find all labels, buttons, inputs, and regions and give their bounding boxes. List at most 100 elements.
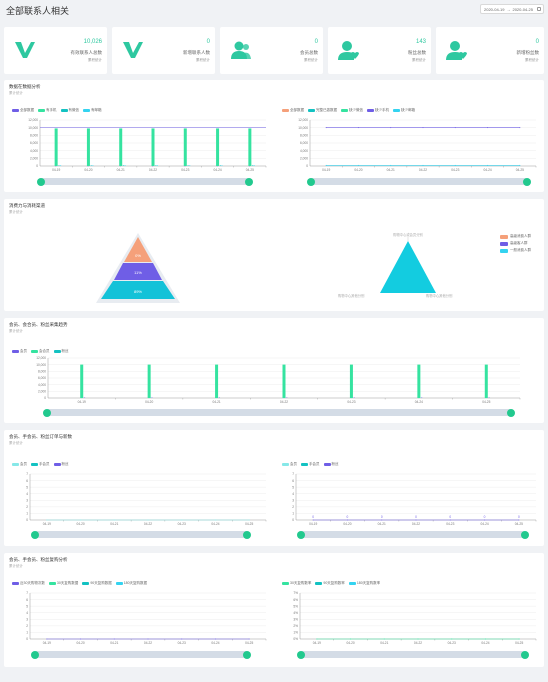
legend-item[interactable]: 粉丝 bbox=[323, 462, 339, 467]
chart-repurchase-rate: 0% 1% 2% 3% 4% 5% 6% 7% 04-19 04-20 04-21 04-22 04-2… bbox=[293, 591, 537, 645]
zoom-slider[interactable] bbox=[297, 530, 529, 539]
legend-item[interactable]: 90天复购数率 bbox=[315, 581, 345, 586]
slider-handle[interactable] bbox=[507, 408, 515, 417]
y-tick-label: 7 bbox=[292, 472, 294, 476]
panel-title: 会员、会合员、粉丝采集趋势 bbox=[9, 322, 68, 327]
x-tick-label: 04-24 bbox=[415, 400, 423, 404]
panel-repurchase: 会员、手会员、粉丝复购分析 累计统计 近30天购物次数 30天复购数据 90天复… bbox=[4, 553, 544, 667]
legend-item[interactable]: 高级消费人群 bbox=[500, 233, 531, 240]
kpi-card-contacts: 10,026 有效联系人总数 累积统计 bbox=[4, 27, 107, 74]
legend-item[interactable]: 近30天购物次数 bbox=[12, 581, 45, 586]
chart-legend: 会员 手会员 粉丝 bbox=[12, 462, 69, 467]
kpi-sub: 累积统计 bbox=[525, 58, 539, 62]
slider-handle[interactable] bbox=[523, 177, 531, 186]
legend-item[interactable]: 一般消费人群 bbox=[500, 247, 531, 254]
series-point bbox=[357, 164, 359, 166]
x-tick-label: 04-23 bbox=[451, 168, 459, 172]
slider-handle[interactable] bbox=[243, 530, 251, 539]
series-point bbox=[449, 519, 451, 521]
legend-item[interactable]: 高级客人群 bbox=[500, 240, 531, 247]
legend-item[interactable]: 30天复购数率 bbox=[282, 581, 311, 586]
legend-item[interactable]: 手会员 bbox=[31, 462, 50, 467]
triangle-area[interactable] bbox=[380, 241, 436, 293]
slider-handle[interactable] bbox=[297, 650, 305, 659]
slider-handle[interactable] bbox=[37, 177, 45, 186]
legend-item[interactable]: 有邮箱 bbox=[83, 108, 102, 113]
legend-item[interactable]: 90天复购数据 bbox=[82, 581, 112, 586]
bar-有邮箱 bbox=[221, 165, 223, 166]
slider-handle[interactable] bbox=[31, 530, 39, 539]
legend-item[interactable]: 有微信 bbox=[60, 108, 79, 113]
data-label: 0 bbox=[415, 515, 417, 519]
zoom-slider[interactable] bbox=[43, 408, 515, 417]
legend-item[interactable]: 会员 bbox=[12, 462, 27, 467]
legend-item[interactable]: 缺少手机 bbox=[367, 108, 389, 113]
funnel-label: 0% bbox=[135, 253, 141, 258]
x-tick-label: 04-24 bbox=[211, 641, 219, 645]
legend-item[interactable]: 30天复购数据 bbox=[48, 581, 78, 586]
legend-item[interactable]: 180天复购数据 bbox=[115, 581, 147, 586]
x-tick-label: 04-25 bbox=[482, 400, 490, 404]
user-heart-icon bbox=[338, 41, 359, 60]
zoom-slider[interactable] bbox=[307, 177, 531, 186]
zoom-slider[interactable] bbox=[31, 530, 251, 539]
chart-legend: 高级消费人群 高级客人群 一般消费人群 bbox=[500, 233, 531, 254]
legend-item[interactable]: 180天复购数率 bbox=[348, 581, 380, 586]
x-tick-label: 04-22 bbox=[419, 168, 427, 172]
legend-item[interactable]: 粉丝 bbox=[53, 462, 69, 467]
y-tick-label: 2 bbox=[26, 505, 28, 509]
legend-item[interactable]: 完整已激数据 bbox=[308, 108, 337, 113]
series-point bbox=[46, 638, 48, 640]
date-range-picker[interactable]: 2020-04-19 → 2020-04-25 bbox=[480, 4, 544, 14]
y-tick-label: 2 bbox=[292, 505, 294, 509]
kpi-value: 0 bbox=[535, 39, 539, 45]
series-point bbox=[248, 519, 250, 521]
x-tick-label: 04-24 bbox=[483, 168, 491, 172]
y-tick-label: 2 bbox=[26, 624, 28, 628]
panel-member-trend: 会员、会合员、粉丝采集趋势 累计统计 会员 会合员 粉丝 0 2,000 4,000… bbox=[4, 318, 544, 423]
bar-有手机 bbox=[151, 128, 155, 166]
slider-handle[interactable] bbox=[245, 177, 253, 186]
slider-handle[interactable] bbox=[521, 650, 529, 659]
legend-item[interactable]: 有手机 bbox=[38, 108, 57, 113]
users-icon bbox=[231, 41, 251, 59]
series-point bbox=[484, 519, 486, 521]
series-point bbox=[80, 638, 82, 640]
bar-会合员 bbox=[484, 364, 488, 398]
slider-handle[interactable] bbox=[307, 177, 315, 186]
chart-fan-orders: 0 1 2 3 4 5 6 7 04-19 04-20 04-21 04-22 04-23 04-24 04… bbox=[292, 472, 537, 526]
bar-有手机 bbox=[248, 128, 252, 166]
legend-item[interactable]: 会员 bbox=[282, 462, 297, 467]
v-logo-icon bbox=[15, 42, 35, 58]
zoom-slider[interactable] bbox=[37, 177, 253, 186]
x-tick-label: 04-23 bbox=[448, 641, 456, 645]
legend-item[interactable]: 缺少邮箱 bbox=[393, 108, 415, 113]
legend-item[interactable]: 全部数据 bbox=[282, 108, 304, 113]
bar-有手机 bbox=[86, 128, 90, 166]
slider-handle[interactable] bbox=[297, 530, 305, 539]
slider-handle[interactable] bbox=[243, 650, 251, 659]
series-point bbox=[451, 638, 453, 640]
series-point bbox=[484, 638, 486, 640]
slider-handle[interactable] bbox=[31, 650, 39, 659]
x-tick-label: 04-20 bbox=[343, 522, 351, 526]
zoom-slider[interactable] bbox=[297, 650, 529, 659]
y-tick-label: 3 bbox=[26, 498, 28, 502]
legend-item[interactable]: 全部数据 bbox=[12, 108, 34, 113]
slider-handle[interactable] bbox=[521, 530, 529, 539]
bar-有微信 bbox=[58, 165, 60, 166]
legend-item[interactable]: 缺少微信 bbox=[341, 108, 363, 113]
chart-member-trend: 0 2,000 4,000 6,000 8,000 10,000 12,000 04-19 04… bbox=[36, 356, 521, 404]
slider-handle[interactable] bbox=[43, 408, 51, 417]
y-tick-label: 0% bbox=[293, 637, 298, 641]
series-point bbox=[383, 638, 385, 640]
panel-subtitle: 累计统计 bbox=[9, 210, 23, 214]
x-tick-label: 04-21 bbox=[117, 168, 125, 172]
bar-有手机 bbox=[183, 128, 187, 166]
panel-subtitle: 累计统计 bbox=[9, 564, 23, 568]
y-tick-label: 3 bbox=[292, 498, 294, 502]
x-tick-label: 04-21 bbox=[378, 522, 386, 526]
zoom-slider[interactable] bbox=[31, 650, 251, 659]
bar-会合员 bbox=[147, 364, 151, 398]
legend-item[interactable]: 手会员 bbox=[301, 462, 320, 467]
